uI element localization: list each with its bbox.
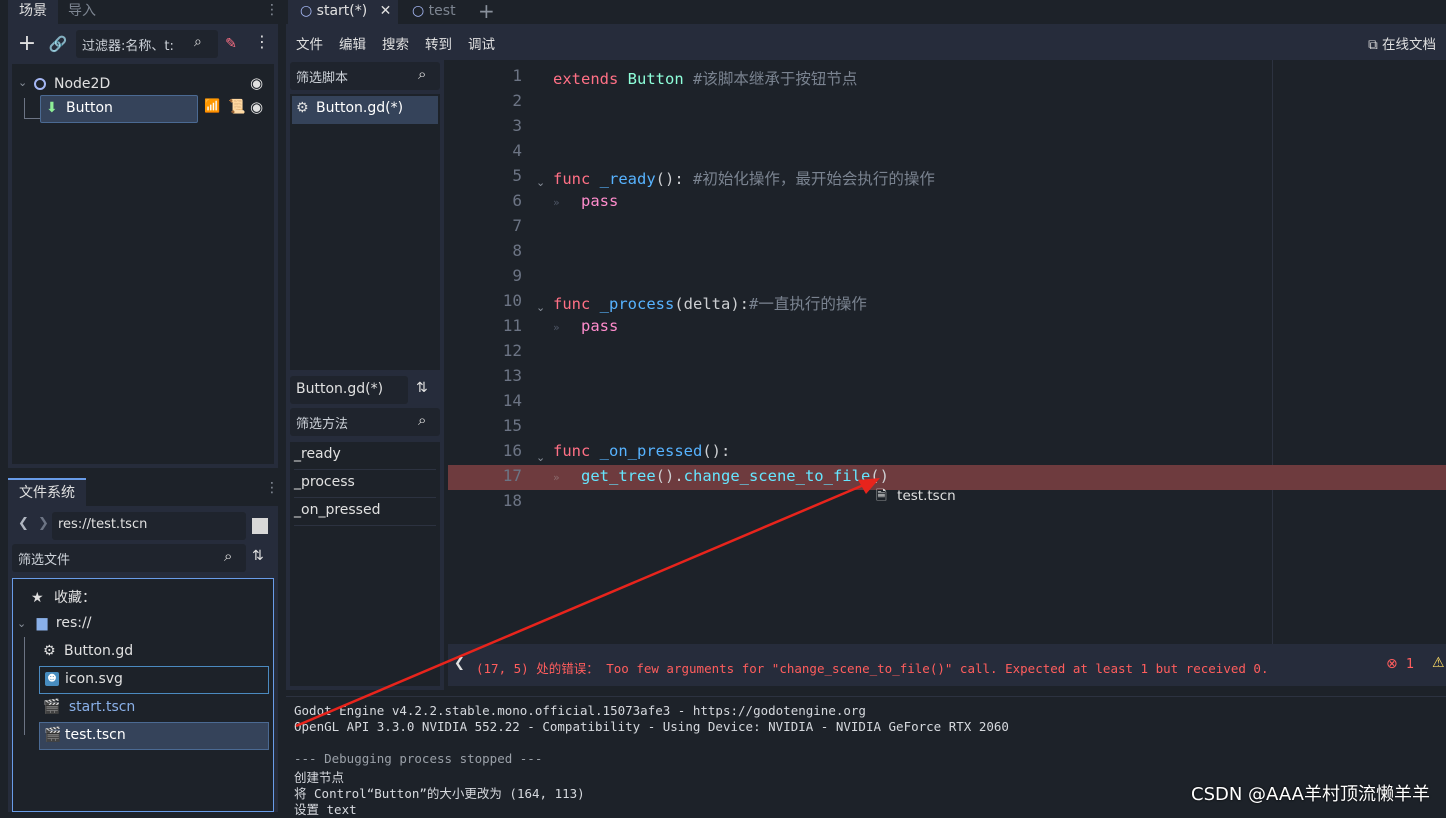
watermark: CSDN @AAA羊村顶流懒羊羊 xyxy=(1191,784,1430,805)
annotation-arrow xyxy=(295,478,880,728)
